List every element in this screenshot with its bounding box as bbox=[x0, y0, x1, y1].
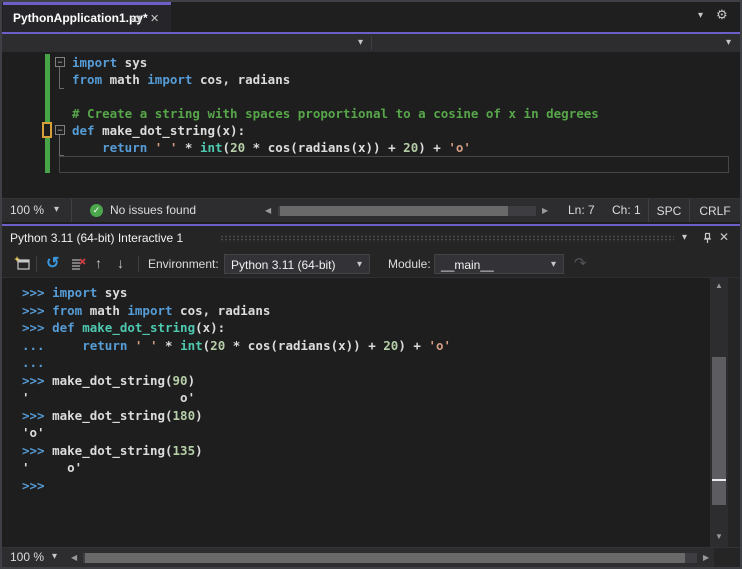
minus-icon: − bbox=[57, 57, 63, 67]
code-line: return ' ' * int(20 * cos(radians(x)) + … bbox=[102, 140, 471, 155]
code-line: import sys bbox=[72, 55, 148, 70]
fold-outline-def bbox=[59, 135, 64, 156]
spaces-label: SPC bbox=[656, 204, 682, 218]
code-line: ... return ' ' * int(20 * cos(radians(x)… bbox=[22, 337, 452, 353]
environment-label: Environment: bbox=[148, 257, 219, 271]
chevron-down-icon: ▾ bbox=[54, 204, 60, 215]
minus-icon: − bbox=[57, 125, 63, 135]
eol-indicator[interactable]: CRLF bbox=[689, 199, 740, 223]
repl-vscrollbar-thumb[interactable] bbox=[712, 357, 726, 505]
repl-toolbar: ↺ ↑ ↓ Environment: Python 3.11 (64-bit) … bbox=[2, 250, 740, 278]
repl-vscrollbar[interactable]: ▲ ▼ bbox=[710, 278, 728, 547]
chevron-down-icon: ▾ bbox=[52, 551, 58, 562]
environment-dropdown[interactable]: Python 3.11 (64-bit) ▾ bbox=[224, 254, 370, 274]
repl-hscrollbar-thumb[interactable] bbox=[85, 553, 685, 563]
column-indicator: Ch: 1 bbox=[612, 203, 641, 217]
vscroll-caret-marker bbox=[712, 479, 726, 481]
module-label: Module: bbox=[388, 257, 431, 271]
code-line: # Create a string with spaces proportion… bbox=[72, 106, 599, 121]
fold-box-def[interactable]: − bbox=[55, 125, 65, 135]
fold-box-import[interactable]: − bbox=[55, 57, 65, 67]
code-line: >>> import sys bbox=[22, 285, 128, 300]
chevron-down-icon: ▾ bbox=[551, 259, 557, 270]
code-line: >>> make_dot_string(135) bbox=[22, 442, 203, 458]
spaces-indicator[interactable]: SPC bbox=[648, 199, 689, 223]
tab-pythonapplication1[interactable]: PythonApplication1.py* ✕ bbox=[3, 2, 171, 32]
hscroll-right-arrow[interactable]: ▶ bbox=[542, 207, 548, 215]
line-indicator: Ln: 7 bbox=[568, 203, 595, 217]
reset-repl-icon[interactable]: ↺ bbox=[46, 253, 59, 273]
repl-hscrollbar[interactable] bbox=[83, 553, 697, 563]
code-line: 'o' bbox=[22, 425, 45, 440]
chevron-down-icon: ▾ bbox=[726, 37, 732, 48]
repl-zoom-dropdown[interactable]: 100 % ▾ bbox=[2, 548, 68, 567]
code-line: def make_dot_string(x): bbox=[72, 123, 246, 138]
hscroll-right-arrow[interactable]: ▶ bbox=[703, 554, 709, 562]
gear-icon[interactable]: ⚙ bbox=[716, 7, 728, 23]
editor-hscrollbar[interactable] bbox=[278, 206, 536, 216]
navigation-bar: ▾ ▾ bbox=[2, 34, 740, 52]
toolbar-separator bbox=[36, 256, 37, 272]
chevron-down-icon: ▾ bbox=[358, 37, 364, 48]
chevron-down-icon: ▾ bbox=[357, 259, 363, 270]
issues-status-label[interactable]: No issues found bbox=[110, 203, 196, 217]
hscroll-left-arrow[interactable]: ◀ bbox=[265, 207, 271, 215]
code-line: >>> from math import cos, radians bbox=[22, 302, 271, 318]
code-editor[interactable]: − − import sys from math import cos, radi… bbox=[2, 52, 740, 198]
type-dropdown[interactable]: ▾ bbox=[2, 34, 371, 52]
editor-zoom-value: 100 % bbox=[10, 203, 45, 217]
repl-output-area[interactable]: >>> import sys >>> from math import cos, … bbox=[2, 278, 740, 547]
no-issues-check-icon[interactable]: ✓ bbox=[90, 204, 103, 217]
editor-status-bar: 100 % ▾ ✓ No issues found ◀ ▶ Ln: 7 Ch: … bbox=[2, 198, 740, 223]
code-line: ... bbox=[22, 355, 53, 370]
window-position-chevron-icon[interactable]: ▾ bbox=[682, 233, 687, 243]
status-right-gutter bbox=[714, 548, 740, 567]
tab-list-chevron-icon[interactable]: ▾ bbox=[698, 11, 703, 21]
code-line: >>> bbox=[22, 477, 53, 493]
module-dropdown[interactable]: __main__ ▾ bbox=[434, 254, 564, 274]
code-line: >>> make_dot_string(180) bbox=[22, 407, 203, 423]
module-value: __main__ bbox=[441, 258, 494, 272]
eol-label: CRLF bbox=[699, 204, 731, 218]
change-bar-saved bbox=[45, 54, 50, 173]
environment-value: Python 3.11 (64-bit) bbox=[231, 258, 336, 272]
change-bar-unsaved-marker bbox=[42, 122, 52, 138]
repl-code-lines: >>> import sys >>> from math import cos, … bbox=[22, 284, 708, 494]
toolbar-separator bbox=[138, 256, 139, 272]
fold-outline-import bbox=[59, 67, 64, 89]
vscroll-up-arrow[interactable]: ▲ bbox=[715, 282, 723, 290]
editor-code-lines: import sys from math import cos, radians #… bbox=[72, 54, 728, 173]
code-line: from math import cos, radians bbox=[72, 72, 291, 87]
repl-title-bar[interactable]: Python 3.11 (64-bit) Interactive 1 ▾ ✕ bbox=[2, 226, 740, 250]
hscroll-left-arrow[interactable]: ◀ bbox=[71, 554, 77, 562]
code-line: ' o' bbox=[22, 460, 83, 475]
close-icon[interactable]: ✕ bbox=[719, 230, 729, 244]
vscroll-down-arrow[interactable]: ▼ bbox=[715, 533, 723, 541]
pin-icon[interactable] bbox=[701, 231, 714, 248]
repl-status-bar: 100 % ▾ ◀ ▶ bbox=[2, 547, 740, 567]
titlebar-drag-dots bbox=[220, 235, 674, 242]
tab-bar: PythonApplication1.py* ✕ ▾ ⚙ bbox=[2, 2, 740, 32]
close-icon[interactable]: ✕ bbox=[150, 12, 159, 25]
code-line: >>> def make_dot_string(x): bbox=[22, 320, 226, 335]
check-icon: ✓ bbox=[92, 205, 101, 215]
clear-screen-icon[interactable] bbox=[70, 256, 86, 275]
tab-title: PythonApplication1.py* bbox=[13, 11, 148, 25]
member-dropdown[interactable]: ▾ bbox=[372, 34, 740, 52]
resubmit-icon-disabled: ↷ bbox=[574, 255, 587, 272]
code-line: ' o' bbox=[22, 390, 196, 405]
history-next-icon[interactable]: ↓ bbox=[117, 255, 124, 271]
new-interactive-window-icon[interactable] bbox=[14, 256, 31, 275]
repl-title: Python 3.11 (64-bit) Interactive 1 bbox=[10, 231, 184, 245]
repl-zoom-value: 100 % bbox=[10, 550, 45, 564]
visual-studio-window: PythonApplication1.py* ✕ ▾ ⚙ ▾ ▾ − − imp… bbox=[0, 0, 742, 569]
pin-icon[interactable] bbox=[131, 13, 143, 28]
repl-right-gutter bbox=[728, 278, 740, 547]
editor-hscrollbar-thumb[interactable] bbox=[280, 206, 508, 216]
code-line: >>> make_dot_string(90) bbox=[22, 372, 196, 388]
editor-zoom-dropdown[interactable]: 100 % ▾ bbox=[2, 199, 72, 223]
history-previous-icon[interactable]: ↑ bbox=[95, 255, 102, 271]
